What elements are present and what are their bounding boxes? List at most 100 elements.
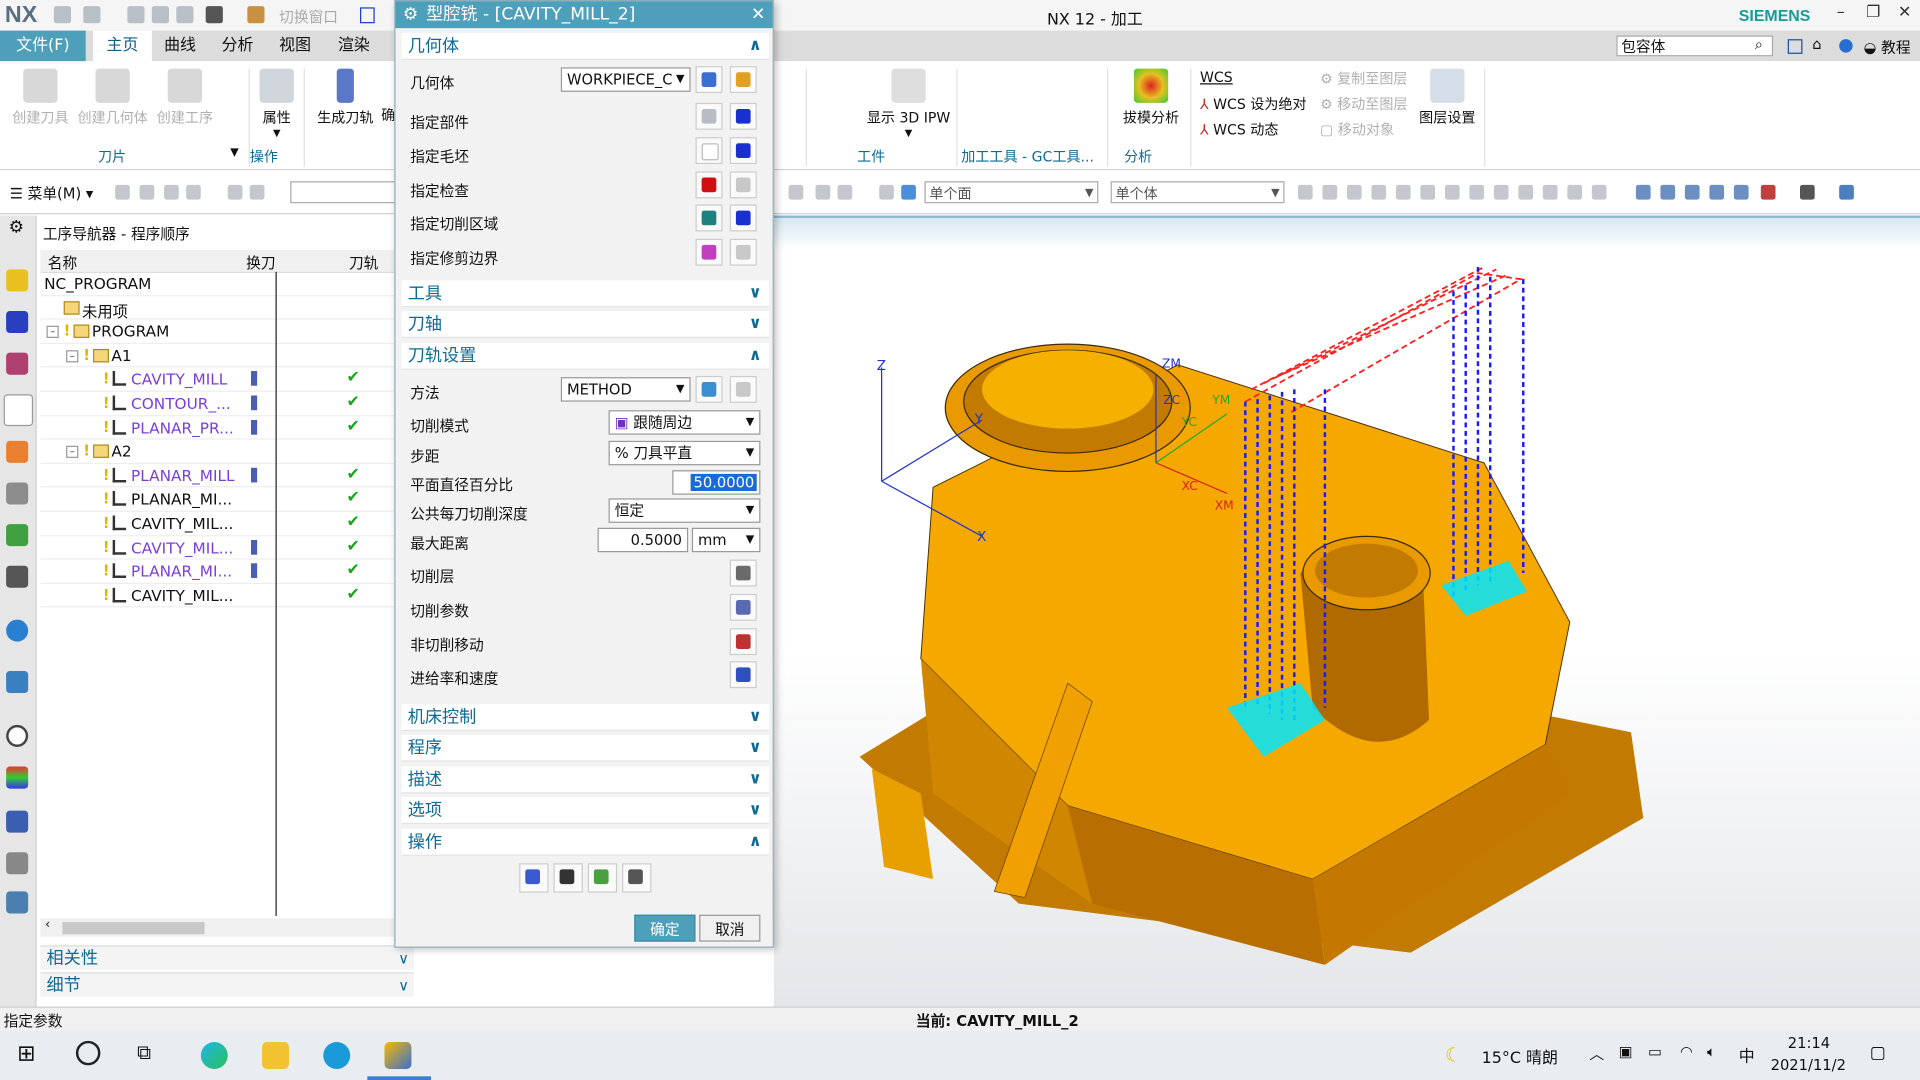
save-icon[interactable]	[53, 6, 72, 24]
snap-point-icon[interactable]	[1542, 184, 1558, 200]
command-search-input[interactable]: 包容体	[1616, 35, 1774, 57]
process-icon[interactable]	[6, 810, 29, 833]
scroll-left-icon[interactable]: ‹	[45, 918, 50, 931]
scrollbar-thumb[interactable]	[62, 922, 205, 935]
group-insert-dropdown[interactable]: ▼	[230, 147, 238, 159]
snap-point-icon[interactable]	[1371, 184, 1387, 200]
collapse-toggle[interactable]: –	[66, 349, 79, 363]
program-order-view-icon[interactable]	[6, 311, 29, 334]
minimize-button[interactable]: –	[1837, 4, 1845, 22]
palette-icon[interactable]	[6, 766, 29, 789]
task-view-icon[interactable]: ⧉	[137, 1041, 151, 1065]
help-icon[interactable]	[1839, 39, 1853, 53]
window-icon[interactable]	[360, 7, 375, 24]
move-object-button[interactable]: ▢ 移动对象	[1320, 120, 1394, 140]
tree-row[interactable]: ! PLANAR_PR... ✔	[40, 416, 400, 440]
body-filter-dropdown[interactable]: 单个体 ▼	[1110, 181, 1285, 204]
close-icon[interactable]: ✕	[751, 1, 765, 28]
cut-levels-button[interactable]	[729, 559, 757, 587]
tree-row[interactable]: ! PLANAR_MI... ✔	[40, 488, 400, 512]
operation-navigator-icon[interactable]	[3, 394, 34, 427]
clock-date[interactable]: 2021/11/2	[1771, 1057, 1846, 1074]
close-button[interactable]: ✕	[1898, 4, 1911, 22]
display-cut-area-button[interactable]	[729, 204, 757, 232]
shading-icon[interactable]	[1800, 184, 1815, 200]
method-dropdown[interactable]: METHOD ▼	[560, 377, 691, 402]
info-icon[interactable]	[6, 619, 29, 642]
cut-params-button[interactable]	[729, 593, 757, 621]
filter-icon[interactable]	[227, 184, 243, 200]
horizontal-scrollbar[interactable]: ‹	[40, 918, 400, 937]
filter-icon[interactable]	[164, 184, 179, 200]
body-select-icon[interactable]	[901, 184, 916, 200]
column-path[interactable]: 刀轨	[349, 252, 378, 273]
machining-feature-icon[interactable]	[6, 440, 29, 463]
geometry-dropdown[interactable]: WORKPIECE_C ▼	[560, 67, 691, 92]
rotate-icon[interactable]	[1684, 184, 1700, 200]
tray-chevron-icon[interactable]: ︿	[1589, 1043, 1604, 1064]
ok-button[interactable]: 确定	[634, 914, 696, 942]
wcs-dropdown[interactable]: WCS	[1200, 69, 1233, 86]
select-cut-area-button[interactable]	[695, 204, 723, 232]
tree-row[interactable]: –! A2	[40, 440, 400, 464]
edit-method-button[interactable]	[729, 375, 757, 403]
filter-icon[interactable]	[115, 184, 130, 200]
snap-point-icon[interactable]	[1591, 184, 1607, 200]
depth-dropdown[interactable]: 恒定 ▼	[608, 498, 761, 523]
tree-row[interactable]: ! CAVITY_MIL... ✔	[40, 512, 400, 536]
tab-file[interactable]: 文件(F)	[0, 30, 86, 62]
section-machine-control[interactable]: 机床控制 ∨	[401, 704, 769, 732]
document-icon[interactable]	[6, 671, 29, 694]
history-icon[interactable]	[6, 724, 29, 747]
replay-button[interactable]	[553, 863, 583, 893]
tab-home[interactable]: 主页	[93, 30, 152, 62]
max-distance-input[interactable]: 0.5000	[597, 527, 689, 553]
snap-point-icon[interactable]	[1567, 184, 1583, 200]
select-icon[interactable]	[879, 184, 894, 200]
tree-row[interactable]: –! PROGRAM	[40, 320, 400, 344]
brush-icon[interactable]	[247, 6, 265, 24]
clock-time[interactable]: 21:14	[1788, 1035, 1830, 1052]
stepover-dropdown[interactable]: % 刀具平直 ▼	[608, 440, 761, 466]
unit-dropdown[interactable]: mm ▼	[691, 527, 761, 553]
filter-icon[interactable]	[186, 184, 201, 200]
view-manager-icon[interactable]	[6, 565, 29, 588]
tree-row[interactable]: ! CAVITY_MIL... ✔	[40, 536, 400, 560]
select-trim-button[interactable]	[695, 238, 723, 266]
tab-analysis[interactable]: 分析	[208, 31, 267, 62]
new-method-button[interactable]	[695, 375, 723, 403]
undo-icon[interactable]	[83, 6, 101, 24]
wcs-dynamic-button[interactable]: ⅄ WCS 动态	[1200, 120, 1278, 140]
panel-dependencies[interactable]: 相关性 ∨	[40, 945, 414, 970]
window-list-icon[interactable]	[1787, 39, 1803, 54]
column-tool-change[interactable]: 换刀	[246, 252, 275, 273]
new-geometry-button[interactable]	[695, 66, 723, 94]
pan-icon[interactable]	[1709, 184, 1725, 200]
cut-icon[interactable]	[127, 6, 145, 24]
create-tool-button[interactable]: 创建刀具	[10, 68, 71, 128]
generate-path-button[interactable]: 生成刀轨	[311, 68, 380, 128]
select-check-button[interactable]	[695, 171, 723, 199]
view-icon[interactable]	[1733, 184, 1749, 200]
wifi-icon[interactable]: ◠	[1680, 1043, 1693, 1060]
copy-icon[interactable]	[151, 6, 169, 24]
tree-row[interactable]: ! CONTOUR_... ✔	[40, 392, 400, 416]
tree-row[interactable]: –! A1	[40, 344, 400, 368]
battery-icon[interactable]: ▭	[1648, 1043, 1662, 1060]
edge-icon[interactable]	[200, 1042, 228, 1069]
snap-point-icon[interactable]	[1346, 184, 1362, 200]
group-machining-tools-label[interactable]: 加工工具 - GC工具...	[961, 147, 1094, 167]
machine-tool-view-icon[interactable]	[6, 269, 29, 292]
ie-icon[interactable]	[323, 1042, 351, 1069]
snap-point-icon[interactable]	[1420, 184, 1436, 200]
settings-icon[interactable]: ⚙	[9, 218, 24, 238]
section-geometry[interactable]: 几何体 ∧	[401, 33, 769, 61]
file-explorer-icon[interactable]	[262, 1042, 289, 1069]
part-navigator-icon[interactable]	[6, 524, 29, 547]
snap-point-icon[interactable]	[1395, 184, 1411, 200]
tree-row[interactable]: ! PLANAR_MI... ✔	[40, 560, 400, 584]
snap-point-icon[interactable]	[1493, 184, 1509, 200]
restore-button[interactable]: ❐	[1866, 4, 1880, 22]
snap-point-icon[interactable]	[1469, 184, 1485, 200]
tab-view[interactable]: 视图	[267, 31, 323, 62]
